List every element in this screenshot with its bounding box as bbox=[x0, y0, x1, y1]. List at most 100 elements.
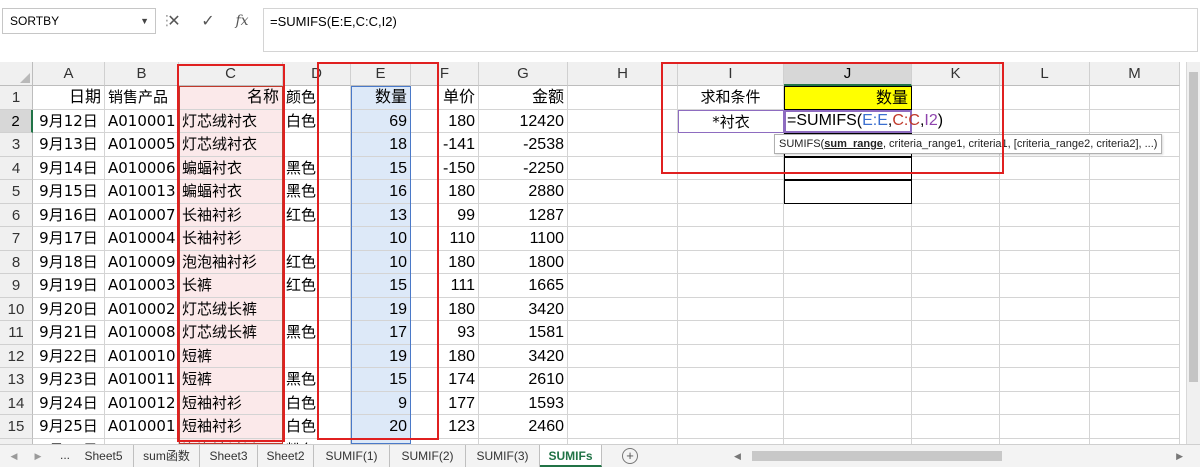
cell-b9[interactable]: A010003 bbox=[105, 274, 179, 298]
column-header-l[interactable]: L bbox=[1000, 62, 1090, 86]
cell-b3[interactable]: A010005 bbox=[105, 133, 179, 157]
sheet-tab-sum-[interactable]: sum函数 bbox=[134, 445, 200, 467]
cell-b2[interactable]: A010001 bbox=[105, 109, 179, 133]
cell-h11[interactable] bbox=[568, 321, 678, 345]
cell-m8[interactable] bbox=[1090, 250, 1180, 274]
cell-f14[interactable]: 177 bbox=[411, 391, 479, 415]
cell-c10[interactable]: 灯芯绒长裤 bbox=[179, 297, 283, 321]
cell-d5[interactable]: 黑色 bbox=[283, 180, 351, 204]
cell-f10[interactable]: 180 bbox=[411, 297, 479, 321]
cell-m6[interactable] bbox=[1090, 203, 1180, 227]
horizontal-scrollbar[interactable]: ◀ ▶ bbox=[730, 449, 1185, 463]
cell-g5[interactable]: 2880 bbox=[479, 180, 568, 204]
cell-k7[interactable] bbox=[912, 227, 1000, 251]
cell-l9[interactable] bbox=[1000, 274, 1090, 298]
column-header-f[interactable]: F bbox=[411, 62, 479, 86]
cell-i12[interactable] bbox=[678, 344, 784, 368]
cell-m13[interactable] bbox=[1090, 368, 1180, 392]
cell-g15[interactable]: 2460 bbox=[479, 415, 568, 439]
cell-b7[interactable]: A010004 bbox=[105, 227, 179, 251]
cell-c8[interactable]: 泡泡袖衬衫 bbox=[179, 250, 283, 274]
row-header-12[interactable]: 12 bbox=[0, 344, 33, 368]
cell-l1[interactable] bbox=[1000, 86, 1090, 110]
column-header-c[interactable]: C bbox=[179, 62, 283, 86]
cell-i11[interactable] bbox=[678, 321, 784, 345]
cell-a6[interactable]: 9月16日 bbox=[33, 203, 105, 227]
cell-h10[interactable] bbox=[568, 297, 678, 321]
cell-m7[interactable] bbox=[1090, 227, 1180, 251]
header-cell-b[interactable]: 销售产品 bbox=[105, 86, 179, 110]
cell-l11[interactable] bbox=[1000, 321, 1090, 345]
cell-b4[interactable]: A010006 bbox=[105, 156, 179, 180]
cell-b13[interactable]: A010011 bbox=[105, 368, 179, 392]
worksheet-grid[interactable]: ABCDEFGHIJKLM12345678910111213141516日期销售… bbox=[0, 62, 1186, 462]
cell-j12[interactable] bbox=[784, 344, 912, 368]
cell-j11[interactable] bbox=[784, 321, 912, 345]
criteria-header-cell[interactable]: 求和条件 bbox=[678, 86, 784, 110]
sheet-tab-sumif-3-[interactable]: SUMIF(3) bbox=[466, 445, 540, 467]
insert-function-icon[interactable]: fx bbox=[228, 8, 256, 34]
cell-c9[interactable]: 长裤 bbox=[179, 274, 283, 298]
cell-f8[interactable]: 180 bbox=[411, 250, 479, 274]
cell-j10[interactable] bbox=[784, 297, 912, 321]
row-header-11[interactable]: 11 bbox=[0, 321, 33, 345]
cell-l14[interactable] bbox=[1000, 391, 1090, 415]
cell-i9[interactable] bbox=[678, 274, 784, 298]
cell-k1[interactable] bbox=[912, 86, 1000, 110]
column-header-m[interactable]: M bbox=[1090, 62, 1180, 86]
cell-e11[interactable]: 17 bbox=[351, 321, 411, 345]
cell-m10[interactable] bbox=[1090, 297, 1180, 321]
cell-k8[interactable] bbox=[912, 250, 1000, 274]
cell-e4[interactable]: 15 bbox=[351, 156, 411, 180]
column-header-a[interactable]: A bbox=[33, 62, 105, 86]
cell-g4[interactable]: -2250 bbox=[479, 156, 568, 180]
cell-a14[interactable]: 9月24日 bbox=[33, 391, 105, 415]
column-header-h[interactable]: H bbox=[568, 62, 678, 86]
criteria-value-cell[interactable]: *衬衣 bbox=[678, 109, 784, 133]
row-header-14[interactable]: 14 bbox=[0, 391, 33, 415]
cell-f2[interactable]: 180 bbox=[411, 109, 479, 133]
cell-g13[interactable]: 2610 bbox=[479, 368, 568, 392]
cell-c7[interactable]: 长袖衬衫 bbox=[179, 227, 283, 251]
formula-input[interactable]: =SUMIFS(E:E,C:C,I2) bbox=[263, 8, 1198, 52]
header-cell-d[interactable]: 颜色 bbox=[283, 86, 351, 110]
cell-e13[interactable]: 15 bbox=[351, 368, 411, 392]
cell-d15[interactable]: 白色 bbox=[283, 415, 351, 439]
cell-k12[interactable] bbox=[912, 344, 1000, 368]
cell-e10[interactable]: 19 bbox=[351, 297, 411, 321]
cell-h4[interactable] bbox=[568, 156, 678, 180]
cell-m2[interactable] bbox=[1090, 109, 1180, 133]
cell-a11[interactable]: 9月21日 bbox=[33, 321, 105, 345]
cell-f11[interactable]: 93 bbox=[411, 321, 479, 345]
header-cell-f[interactable]: 单价 bbox=[411, 86, 479, 110]
cell-c3[interactable]: 灯芯绒衬衣 bbox=[179, 133, 283, 157]
cell-g12[interactable]: 3420 bbox=[479, 344, 568, 368]
cell-c6[interactable]: 长袖衬衫 bbox=[179, 203, 283, 227]
cell-c14[interactable]: 短袖衬衫 bbox=[179, 391, 283, 415]
cell-i4[interactable] bbox=[678, 156, 784, 180]
cell-e8[interactable]: 10 bbox=[351, 250, 411, 274]
cell-h14[interactable] bbox=[568, 391, 678, 415]
cell-k6[interactable] bbox=[912, 203, 1000, 227]
header-cell-e[interactable]: 数量 bbox=[351, 86, 411, 110]
row-header-15[interactable]: 15 bbox=[0, 415, 33, 439]
cell-b8[interactable]: A010009 bbox=[105, 250, 179, 274]
column-header-b[interactable]: B bbox=[105, 62, 179, 86]
cell-b11[interactable]: A010008 bbox=[105, 321, 179, 345]
cell-j5[interactable] bbox=[784, 180, 912, 204]
cell-g9[interactable]: 1665 bbox=[479, 274, 568, 298]
cell-k15[interactable] bbox=[912, 415, 1000, 439]
cell-e3[interactable]: 18 bbox=[351, 133, 411, 157]
cell-a10[interactable]: 9月20日 bbox=[33, 297, 105, 321]
name-box[interactable]: SORTBY ▼ bbox=[2, 8, 156, 34]
cell-b14[interactable]: A010012 bbox=[105, 391, 179, 415]
select-all-corner[interactable] bbox=[0, 62, 33, 86]
cell-b5[interactable]: A010013 bbox=[105, 180, 179, 204]
cell-a5[interactable]: 9月15日 bbox=[33, 180, 105, 204]
cell-k13[interactable] bbox=[912, 368, 1000, 392]
cell-f5[interactable]: 180 bbox=[411, 180, 479, 204]
cell-c2[interactable]: 灯芯绒衬衣 bbox=[179, 109, 283, 133]
cell-k11[interactable] bbox=[912, 321, 1000, 345]
scroll-right-icon[interactable]: ▶ bbox=[1176, 449, 1183, 463]
cell-i14[interactable] bbox=[678, 391, 784, 415]
